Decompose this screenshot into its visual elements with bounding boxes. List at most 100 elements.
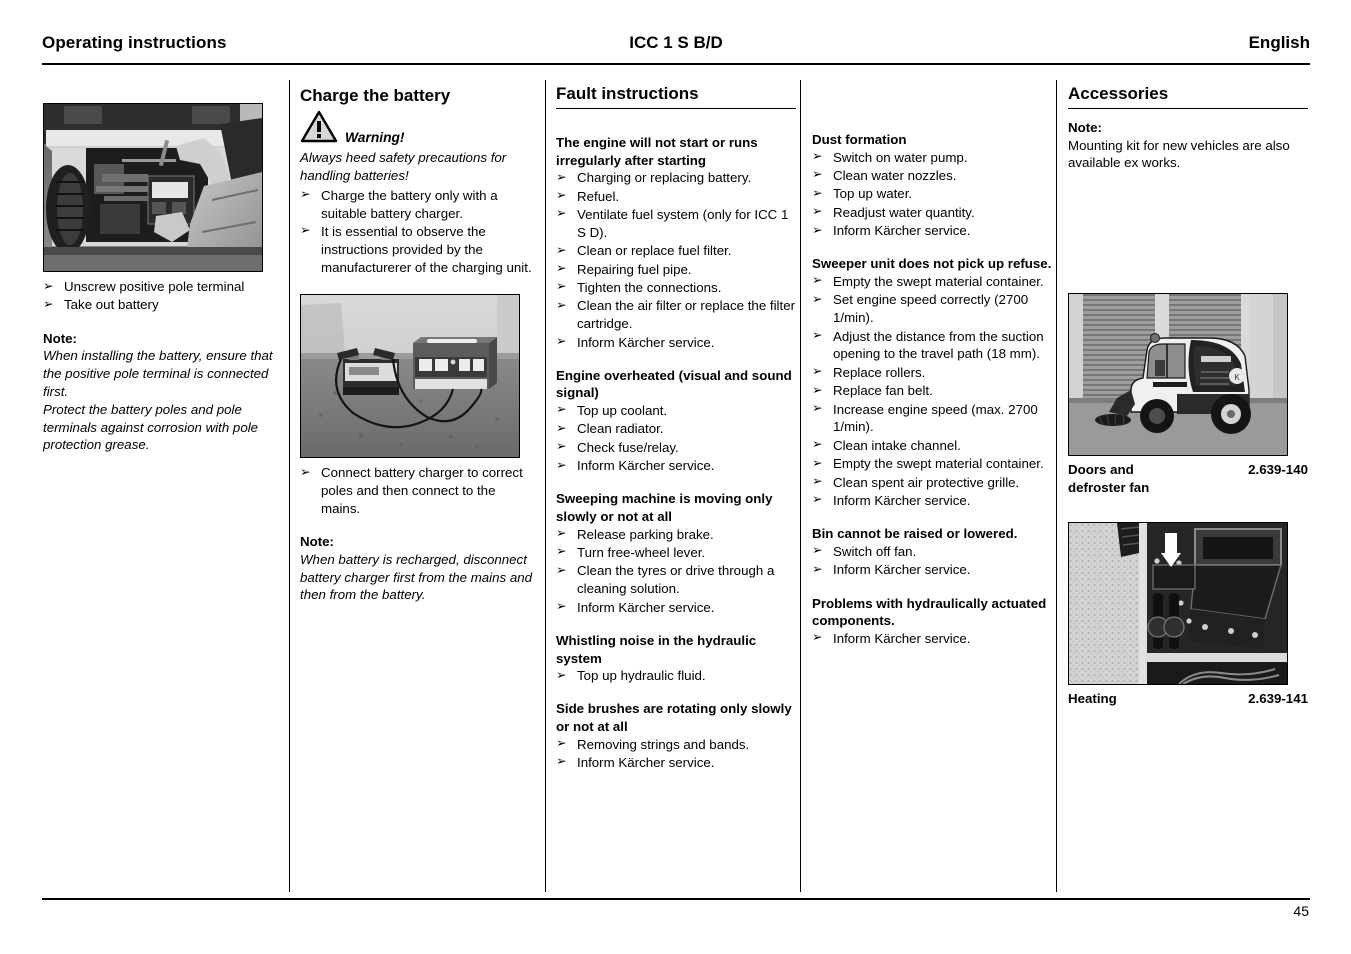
warning-triangle-icon — [300, 110, 338, 148]
list-item: Switch off fan. — [812, 542, 1052, 561]
list-item: Top up coolant. — [556, 401, 796, 420]
fault-section: Sweeper unit does not pick up refuse. Em… — [812, 255, 1052, 509]
fault-section-heading: Problems with hydraulically actuated com… — [812, 595, 1047, 629]
manual-page: Operating instructions ICC 1 S B/D Engli… — [0, 0, 1351, 954]
fault-section-items: Top up hydraulic fluid. — [556, 667, 796, 685]
fault-section: Sweeping machine is moving only slowly o… — [556, 490, 796, 616]
list-item: Take out battery — [43, 296, 275, 314]
list-item: Unscrew positive pole terminal — [43, 278, 275, 296]
list-item: Clean water nozzles. — [812, 166, 1052, 185]
accessory-part-number: 2.639-140 — [1248, 462, 1308, 478]
fault-section-items: Release parking brake. Turn free-wheel l… — [556, 525, 796, 617]
list-item: Set engine speed correctly (2700 1/min). — [812, 291, 1052, 327]
fault-section-heading: Bin cannot be raised or lowered. — [812, 526, 1018, 542]
list-item: Inform Kärcher service. — [556, 598, 796, 617]
accessory-row-2: Heating 2.639-141 — [1068, 690, 1308, 708]
fault-section-items: Removing strings and bands. Inform Kärch… — [556, 735, 796, 772]
fault-section-heading: Side brushes are rotating only slowly or… — [556, 701, 792, 734]
list-item: Increase engine speed (max. 2700 1/min). — [812, 400, 1052, 437]
list-item: Clean the air filter or replace the filt… — [556, 297, 796, 333]
list-item: Ventilate fuel system (only for ICC 1 S … — [556, 205, 796, 242]
list-item: Charge the battery only with a suitable … — [300, 186, 534, 223]
list-item: Repairing fuel pipe. — [556, 260, 796, 279]
column-charge-battery: Charge the battery Warning! Always heed … — [300, 86, 534, 604]
list-item: Refuel. — [556, 187, 796, 206]
fault-section-heading: Engine overheated (visual and sound sign… — [556, 367, 792, 401]
list-item: Inform Kärcher service. — [812, 222, 1052, 240]
fault-section: Engine overheated (visual and sound sign… — [556, 367, 796, 475]
accessory-name: Doors and defroster fan — [1068, 462, 1150, 496]
column-accessories: Accessories Note: Mounting kit for new v… — [1068, 84, 1308, 708]
list-item: Inform Kärcher service. — [556, 333, 796, 352]
fault-section: The engine will not start or runs irregu… — [556, 134, 796, 351]
list-item: Tighten the connections. — [556, 278, 796, 297]
list-item: Removing strings and bands. — [556, 735, 796, 754]
fault-section-items: Switch off fan. Inform Kärcher service. — [812, 542, 1052, 579]
list-item: Inform Kärcher service. — [812, 561, 1052, 579]
list-item: Clean the tyres or drive through a clean… — [556, 562, 796, 598]
list-item: Charging or replacing battery. — [556, 169, 796, 187]
list-item: Top up water. — [812, 185, 1052, 203]
column1-note-label: Note: — [43, 330, 77, 346]
fault-section-heading: Sweeper unit does not pick up refuse. — [812, 256, 1052, 272]
column-fault-instructions-continued: Dust formation Switch on water pump. Cle… — [812, 131, 1052, 648]
column-divider-1 — [289, 80, 290, 892]
fault-instructions-title: Fault instructions — [556, 84, 796, 110]
fault-section-items: Top up coolant. Clean radiator. Check fu… — [556, 401, 796, 475]
list-item: Inform Kärcher service. — [556, 753, 796, 772]
list-item: Clean radiator. — [556, 420, 796, 438]
fault-section-items: Inform Kärcher service. — [812, 629, 1052, 648]
fault-section: Bin cannot be raised or lowered. Switch … — [812, 525, 1052, 579]
accessories-title: Accessories — [1068, 84, 1308, 110]
list-item: Turn free-wheel lever. — [556, 543, 796, 562]
accessory-row-1: Doors and defroster fan 2.639-140 — [1068, 461, 1308, 497]
fault-section-items: Charging or replacing battery. Refuel. V… — [556, 169, 796, 351]
fault-section-heading: Whistling noise in the hydraulic system — [556, 632, 757, 666]
list-item: Replace rollers. — [812, 363, 1052, 382]
accessory-part-number: 2.639-141 — [1248, 690, 1308, 706]
warning-text: Always heed safety precautions for handl… — [300, 150, 507, 183]
list-item: Clean or replace fuel filter. — [556, 242, 796, 260]
column-divider-2 — [545, 80, 546, 892]
accessory-name: Heating — [1068, 690, 1117, 706]
list-item: It is essential to observe the instructi… — [300, 222, 534, 277]
photo-battery-charger — [300, 294, 520, 459]
fault-section-items: Empty the swept material container. Set … — [812, 272, 1052, 510]
column-divider-4 — [1056, 80, 1057, 892]
page-number: 45 — [1293, 903, 1309, 919]
connect-charger-steps: Connect battery charger to correct poles… — [300, 464, 534, 518]
list-item: Connect battery charger to correct poles… — [300, 464, 534, 518]
fault-section-items: Switch on water pump. Clean water nozzle… — [812, 148, 1052, 240]
column-fault-instructions: Fault instructions The engine will not s… — [556, 84, 796, 772]
header-model-title: ICC 1 S B/D — [629, 33, 723, 52]
photo-sweeper-with-cab: K — [1068, 293, 1288, 457]
accessories-note-text: Mounting kit for new vehicles are also a… — [1068, 137, 1290, 171]
list-item: Empty the swept material container. — [812, 272, 1052, 291]
list-item: Check fuse/relay. — [556, 438, 796, 457]
fault-section: Problems with hydraulically actuated com… — [812, 595, 1052, 648]
page-footer-rule — [42, 898, 1310, 900]
charge-battery-steps: Charge the battery only with a suitable … — [300, 186, 534, 277]
battery-removal-steps: Unscrew positive pole terminal Take out … — [43, 278, 275, 314]
warning-label: Warning! — [345, 130, 405, 146]
list-item: Readjust water quantity. — [812, 203, 1052, 222]
svg-text:K: K — [1234, 373, 1240, 382]
accessories-note-label: Note: — [1068, 120, 1102, 136]
page-header: Operating instructions ICC 1 S B/D Engli… — [42, 33, 1310, 65]
column-battery-removal: Unscrew positive pole terminal Take out … — [43, 103, 275, 454]
list-item: Inform Kärcher service. — [812, 491, 1052, 510]
photo-battery-compartment — [43, 103, 263, 272]
list-item: Clean spent air protective grille. — [812, 473, 1052, 492]
fault-section: Whistling noise in the hydraulic system … — [556, 632, 796, 685]
list-item: Inform Kärcher service. — [812, 629, 1052, 648]
list-item: Inform Kärcher service. — [556, 457, 796, 475]
list-item: Replace fan belt. — [812, 382, 1052, 400]
fault-section-heading: The engine will not start or runs irregu… — [556, 135, 758, 168]
fault-section: Dust formation Switch on water pump. Cle… — [812, 131, 1052, 240]
list-item: Top up hydraulic fluid. — [556, 667, 796, 685]
warning-row: Warning! — [300, 110, 534, 148]
list-item: Clean intake channel. — [812, 436, 1052, 455]
photo-heating-unit — [1068, 521, 1288, 685]
column2-note-text: When battery is recharged, disconnect ba… — [300, 551, 533, 603]
charge-battery-title: Charge the battery — [300, 86, 451, 105]
